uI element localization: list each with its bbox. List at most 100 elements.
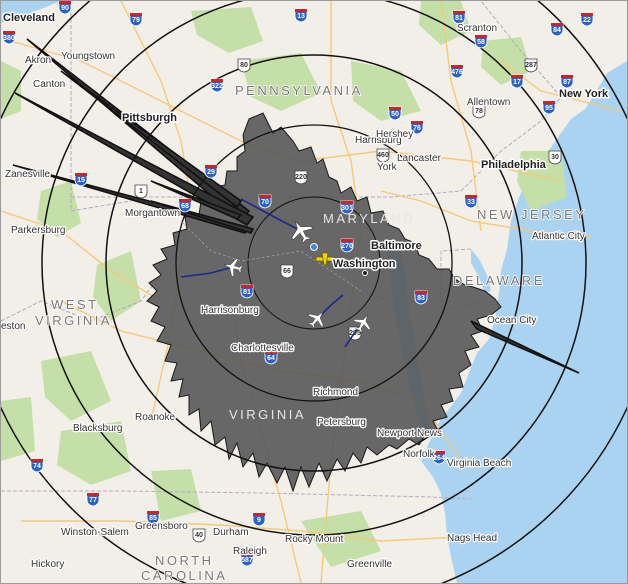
city-label-greensboro: Greensboro — [135, 521, 188, 532]
city-label-virginia-beach: Virginia Beach — [447, 458, 511, 469]
interstate-shield-icon: 40 — [192, 528, 206, 543]
city-label-charlottesville: Charlottesville — [231, 343, 294, 354]
interstate-shield-icon: 58 — [474, 34, 488, 49]
svg-text:587: 587 — [241, 557, 253, 564]
interstate-shield-icon: 380 — [2, 30, 16, 45]
city-label-winston-salem: Winston-Salem — [61, 527, 129, 538]
interstate-shield-icon: 17 — [510, 74, 524, 89]
city-label-canton: Canton — [33, 79, 65, 90]
state-label-delaware: DELAWARE — [453, 273, 545, 288]
interstate-shield-icon: 29 — [204, 164, 218, 179]
svg-text:380: 380 — [3, 35, 15, 42]
interstate-shield-icon: 33 — [464, 194, 478, 209]
state-label-west-virginia-1: WEST — [51, 297, 99, 312]
map-viewport[interactable]: 90 79 380 80 81 76 476 78 95 84 87 287 68 270 70 66 64 81… — [0, 0, 628, 584]
state-label-north-carolina-1: NORTH — [155, 553, 213, 568]
state-label-virginia: VIRGINIA — [229, 407, 306, 422]
interstate-shield-icon: 70 — [258, 194, 272, 209]
city-label-norfolk: Norfolk — [403, 449, 436, 460]
svg-text:79: 79 — [132, 17, 140, 24]
city-label-scranton: Scranton — [457, 23, 497, 34]
svg-text:17: 17 — [513, 79, 521, 86]
svg-text:33: 33 — [467, 199, 475, 206]
city-label-lancaster: Lancaster — [397, 153, 442, 164]
city-label-parkersburg: Parkersburg — [11, 225, 65, 236]
state-label-north-carolina-2: CAROLINA — [141, 568, 227, 583]
city-label-youngstown: Youngstown — [61, 51, 115, 62]
svg-text:76: 76 — [413, 125, 421, 132]
interstate-shield-icon: 22 — [580, 12, 594, 27]
svg-text:287: 287 — [525, 62, 537, 69]
city-label-nags-head: Nags Head — [447, 533, 497, 544]
interstate-shield-icon: 9 — [252, 512, 266, 527]
interstate-shield-icon: 74 — [30, 458, 44, 473]
city-label-petersburg: Petersburg — [317, 417, 366, 428]
interstate-shield-icon: 287 — [524, 58, 538, 73]
svg-text:83: 83 — [417, 295, 425, 302]
svg-text:40: 40 — [195, 532, 203, 539]
state-label-maryland: MARYLAND — [323, 211, 415, 226]
interstate-shield-icon: 77 — [86, 492, 100, 507]
city-label-greenville: Greenville — [347, 559, 392, 570]
city-label-raleigh: Raleigh — [233, 546, 267, 557]
interstate-shield-icon: 66 — [280, 264, 294, 279]
svg-text:64: 64 — [267, 355, 275, 362]
interstate-shield-icon: 79 — [129, 12, 143, 27]
interstate-shield-icon: 270 — [340, 238, 354, 253]
svg-text:15: 15 — [77, 177, 85, 184]
city-label-richmond: Richmond — [313, 387, 358, 398]
city-label-hickory: Hickory — [31, 559, 64, 570]
svg-text:476: 476 — [451, 69, 463, 76]
state-label-pennsylvania: PENNSYLVANIA — [235, 83, 363, 98]
interstate-shield-icon: 80 — [237, 58, 251, 73]
svg-text:1: 1 — [139, 188, 143, 195]
interstate-shield-icon: 476 — [450, 64, 464, 79]
interstate-shield-icon: 95 — [542, 100, 556, 115]
city-label-washington: Washington — [333, 258, 396, 270]
interstate-shield-icon: 30 — [548, 150, 562, 165]
map-canvas[interactable]: 90 79 380 80 81 76 476 78 95 84 87 287 68 270 70 66 64 81… — [1, 1, 627, 583]
city-label-akron: Akron — [25, 55, 51, 66]
city-label-charleston-partial: eston — [1, 321, 25, 332]
svg-text:264: 264 — [433, 455, 445, 462]
interstate-shield-icon: 322 — [210, 78, 224, 93]
city-label-harrisonburg: Harrisonburg — [201, 305, 259, 316]
svg-text:87: 87 — [563, 79, 571, 86]
state-label-west-virginia-2: VIRGINIA — [35, 313, 112, 328]
city-label-york: York — [377, 162, 398, 173]
svg-text:68: 68 — [181, 203, 189, 210]
city-label-roanoke: Roanoke — [135, 412, 175, 423]
svg-text:460: 460 — [377, 152, 389, 159]
svg-text:29: 29 — [207, 169, 215, 176]
svg-text:77: 77 — [89, 497, 97, 504]
interstate-shield-icon: 87 — [560, 74, 574, 89]
svg-text:30: 30 — [551, 154, 559, 161]
city-label-zanesville: Zanesville — [5, 169, 50, 180]
interstate-shield-icon: 220 — [294, 170, 308, 185]
svg-text:50: 50 — [391, 111, 399, 118]
svg-text:81: 81 — [243, 289, 251, 296]
svg-text:81: 81 — [455, 15, 463, 22]
interstate-shield-icon: 1 — [134, 184, 148, 199]
city-label-newport-news: Newport News — [377, 428, 442, 439]
city-label-new-york: New York — [559, 88, 609, 100]
svg-text:9: 9 — [257, 517, 261, 524]
svg-text:22: 22 — [583, 17, 591, 24]
interstate-shield-icon: 68 — [178, 198, 192, 213]
interstate-shield-icon: 50 — [388, 106, 402, 121]
svg-text:84: 84 — [553, 27, 561, 34]
svg-text:78: 78 — [475, 108, 483, 115]
city-label-cleveland: Cleveland — [3, 12, 55, 24]
city-label-pittsburgh: Pittsburgh — [122, 112, 177, 124]
interstate-shield-icon: 460 — [376, 148, 390, 163]
city-label-morgantown: Morgantown — [125, 208, 180, 219]
svg-text:58: 58 — [477, 39, 485, 46]
interstate-shield-icon: 81 — [240, 284, 254, 299]
interstate-shield-icon: 15 — [74, 172, 88, 187]
interstate-shield-icon: 83 — [414, 290, 428, 305]
svg-text:13: 13 — [297, 13, 305, 20]
interstate-shield-icon: 90 — [58, 1, 72, 15]
city-label-allentown: Allentown — [467, 97, 510, 108]
city-label-philadelphia: Philadelphia — [481, 159, 547, 171]
station-marker-icon[interactable] — [310, 243, 318, 251]
